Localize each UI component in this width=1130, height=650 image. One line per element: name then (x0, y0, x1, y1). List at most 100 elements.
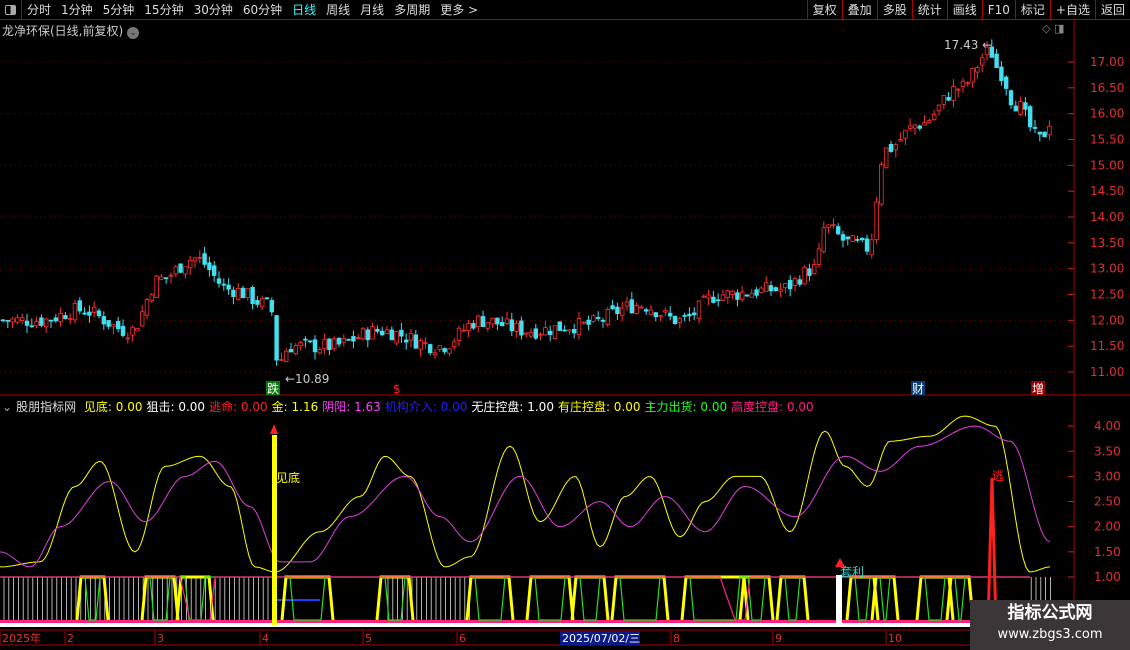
cursor-date: 2025/07/02/三 (562, 632, 640, 645)
indicator-dropdown-icon[interactable]: ⌄ (2, 400, 12, 414)
signal-bar-jiandi (272, 435, 277, 625)
candle-body (135, 328, 140, 332)
time-label: 6 (459, 632, 466, 645)
price-label: 16.00 (1090, 107, 1124, 121)
indicator-value: 见底: 0.00 (83, 400, 143, 414)
candle-body (44, 318, 49, 328)
candle-body (317, 349, 322, 354)
indicator-value: 金: 1.16 (271, 400, 319, 414)
candle-body (965, 82, 970, 85)
time-label: 8 (673, 632, 680, 645)
candle-body (394, 331, 399, 344)
candle-body (850, 235, 855, 242)
candle-body (816, 248, 822, 265)
candle-body (360, 328, 366, 340)
candle-body (255, 300, 260, 305)
candle-body (956, 88, 961, 91)
magenta-line (0, 425, 1051, 568)
candle-body (58, 312, 63, 323)
candle-body (293, 345, 298, 355)
candle-body (202, 253, 207, 265)
indicator-name[interactable]: 股朋指标网 (16, 400, 76, 414)
candle-body (490, 318, 495, 325)
candle-body (528, 332, 534, 337)
candle-body (48, 319, 54, 322)
candle-body (351, 336, 356, 342)
candle-body (216, 278, 222, 284)
candle-body (1008, 90, 1014, 106)
time-label: 3 (157, 632, 164, 645)
candle-body (279, 359, 284, 361)
candle-body (605, 308, 610, 325)
price-label: 12.00 (1090, 313, 1124, 327)
candle-body (1028, 106, 1033, 128)
low-price-label: ←10.89 (285, 372, 329, 386)
yellow-pulse (775, 575, 810, 621)
candle-body (274, 315, 279, 361)
candle-body (831, 224, 836, 227)
candle-body (653, 312, 658, 318)
price-label: 13.50 (1090, 236, 1124, 250)
indicator-axis-label: 4.00 (1094, 419, 1121, 433)
candle-body (744, 294, 750, 297)
candle-body (154, 275, 159, 298)
candle-body (874, 201, 879, 240)
candle-body (562, 329, 567, 332)
candle-body (207, 262, 212, 271)
candle-body (68, 318, 73, 320)
candle-body (903, 129, 908, 139)
high-price-label: 17.43 ← (944, 38, 992, 52)
candle-body (524, 332, 529, 335)
candle-body (159, 276, 164, 280)
candle-body (250, 287, 255, 304)
candle-body (596, 317, 601, 319)
candle-body (432, 352, 438, 356)
candle-body (130, 326, 135, 336)
candle-body (720, 294, 726, 301)
candle-body (672, 315, 678, 325)
time-label: 2 (67, 632, 74, 645)
candle-body (303, 338, 308, 341)
indicator-value: 机构介入: 0.00 (384, 400, 468, 414)
signal-label-jiandi: 见底 (276, 470, 300, 485)
candle-body (576, 318, 582, 335)
candle-body (600, 320, 606, 322)
candle-body (370, 326, 375, 340)
candle-body (778, 288, 783, 292)
candle-body (10, 318, 15, 323)
time-label: 2025年 (2, 631, 41, 645)
candle-body (740, 291, 745, 300)
candle-body (836, 226, 841, 235)
candle-body (408, 333, 414, 341)
kline-chart[interactable]: 17.00 16.50 16.00 15.50 15.00 14.50 14.00 13.50… (0, 0, 1130, 650)
candle-body (624, 301, 630, 307)
candle-body (1018, 101, 1023, 115)
indicator-axis-label: 1.00 (1094, 570, 1121, 584)
candle-body (211, 265, 217, 276)
yellow-pulse (570, 575, 610, 621)
candle-body (869, 239, 874, 256)
candle-body (5, 320, 10, 322)
candle-body (696, 300, 702, 319)
candle-body (840, 234, 846, 241)
candle-body (423, 342, 428, 344)
candle-body (941, 95, 946, 105)
candle-body (706, 294, 711, 299)
candle-body (711, 296, 716, 303)
candle-body (1047, 125, 1052, 136)
candle-body (15, 317, 20, 323)
candle-body (447, 348, 452, 354)
candle-body (34, 321, 39, 327)
candle-body (1032, 127, 1038, 129)
marker-跌: 跌 (267, 381, 279, 396)
candle-body (466, 323, 471, 331)
candle-body (509, 319, 514, 332)
candle-body (418, 340, 423, 350)
indicator-axis-label: 3.00 (1094, 469, 1121, 483)
candle-body (87, 311, 92, 316)
candle-body (797, 279, 802, 285)
signal-bar-taoli (836, 575, 842, 625)
candle-body (826, 224, 831, 228)
candle-body (72, 302, 78, 321)
candle-body (163, 277, 169, 280)
